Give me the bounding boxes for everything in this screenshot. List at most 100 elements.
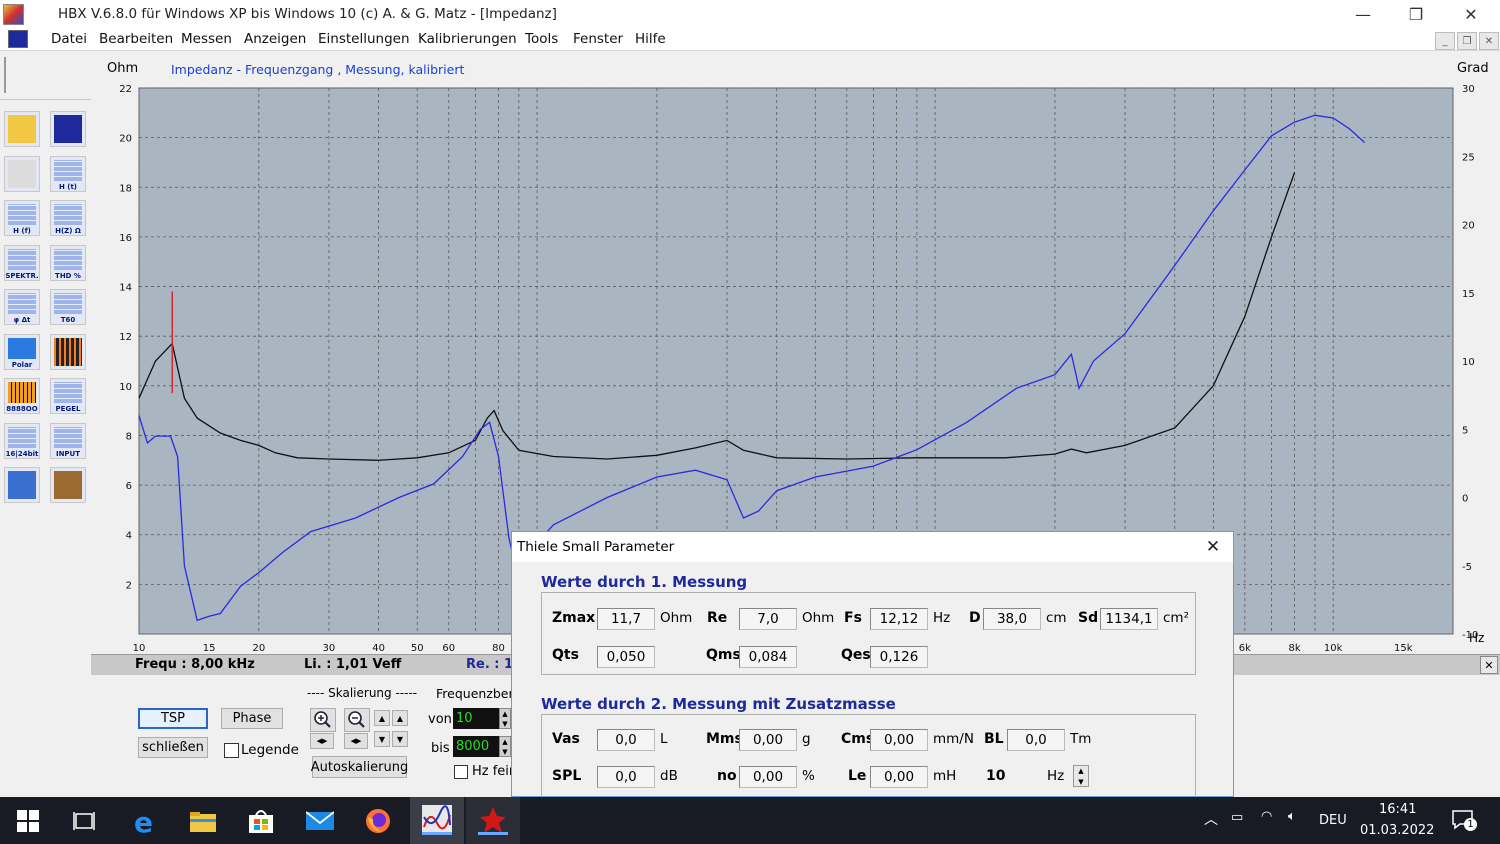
x-axis-label: Hz	[1469, 631, 1485, 645]
le-frequency-spinner[interactable]: ▲ ▼	[1073, 765, 1089, 787]
y2-tick-label: 30	[1462, 84, 1475, 95]
von-input[interactable]: 10	[453, 708, 499, 729]
sd-field: 1134,1	[1100, 608, 1158, 630]
no-field: 0,00	[739, 766, 797, 788]
shift-lr2-button[interactable]: ◀▶	[344, 733, 368, 749]
edge-button[interactable]: e	[129, 805, 161, 837]
close-button[interactable]: ✕	[1448, 0, 1494, 28]
clock-date[interactable]: 01.03.2022	[1360, 823, 1434, 838]
tool-t60-button[interactable]: T60	[50, 289, 86, 325]
mdi-minimize-button[interactable]: _	[1435, 32, 1455, 50]
dialog-title: Thiele Small Parameter	[517, 539, 675, 555]
second-app-taskbar-button[interactable]	[466, 797, 520, 844]
vas-label: Vas	[552, 731, 580, 747]
clock-time[interactable]: 16:41	[1379, 802, 1416, 817]
no-label: no	[717, 768, 737, 784]
edge-icon: e	[134, 807, 153, 835]
tool-microphone-button[interactable]	[4, 467, 40, 503]
zoom-out-button[interactable]	[344, 708, 370, 732]
qts-label: Qts	[552, 647, 579, 663]
tsp-button[interactable]: TSP	[138, 708, 208, 729]
store-button[interactable]	[245, 805, 277, 837]
tool-bargraph-button[interactable]: 8888OO	[4, 378, 40, 414]
close-chart-button[interactable]: schließen	[138, 737, 208, 758]
mdi-close-button[interactable]: ✕	[1479, 32, 1499, 50]
tool-input-button[interactable]: INPUT	[50, 422, 86, 459]
no-unit: %	[802, 768, 815, 784]
restore-button[interactable]: ❐	[1393, 0, 1439, 28]
menu-datei[interactable]: Datei	[51, 31, 87, 47]
mail-icon	[306, 811, 334, 830]
palette-grip[interactable]	[4, 57, 6, 93]
app-icon[interactable]	[3, 4, 24, 25]
tool-h-f-button[interactable]: H (f)	[4, 200, 40, 236]
tool-scope-button[interactable]	[50, 333, 86, 370]
tool-print-button[interactable]	[4, 155, 40, 192]
tool-pegel-button[interactable]: PEGEL	[50, 378, 86, 414]
y-tick-label: 6	[126, 481, 132, 492]
status-close-button[interactable]: ✕	[1480, 656, 1498, 674]
spektr-icon	[8, 248, 36, 270]
dialog-close-button[interactable]: ✕	[1198, 534, 1228, 560]
mdi-restore-button[interactable]: ❐	[1457, 32, 1477, 50]
window-title: HBX V.6.8.0 für Windows XP bis Windows 1…	[58, 6, 557, 22]
menu-hilfe[interactable]: Hilfe	[635, 31, 666, 47]
mail-button[interactable]	[304, 805, 336, 837]
palette-divider	[0, 99, 91, 100]
folder-icon	[190, 812, 216, 832]
tool-phi-dt-button[interactable]: φ Δt	[4, 289, 40, 325]
y-tick-label: 18	[119, 183, 132, 194]
tool-thd-button[interactable]: THD %	[50, 244, 86, 281]
menu-kalibrierungen[interactable]: Kalibrierungen	[418, 31, 517, 47]
menu-einstellungen[interactable]: Einstellungen	[318, 31, 410, 47]
y-tick-label: 4	[126, 531, 132, 542]
hz-fein-checkbox[interactable]	[454, 765, 468, 779]
menu-tools[interactable]: Tools	[525, 31, 558, 47]
firefox-button[interactable]	[362, 805, 394, 837]
re-field: 7,0	[739, 608, 797, 630]
tool-h-t-button[interactable]: H (t)	[50, 155, 86, 192]
menu-messen[interactable]: Messen	[181, 31, 232, 47]
tool-save-button[interactable]	[50, 111, 86, 147]
scale-up2-button[interactable]: ▲	[392, 710, 408, 726]
legende-checkbox[interactable]	[224, 743, 239, 758]
scale-down-button[interactable]: ▼	[374, 731, 390, 747]
language-indicator[interactable]: DEU	[1319, 813, 1347, 828]
bis-input[interactable]: 8000	[453, 736, 499, 757]
phase-button[interactable]: Phase	[221, 708, 283, 729]
bis-spinner[interactable]: ▲ ▼	[499, 736, 511, 757]
battery-icon[interactable]: ▭	[1231, 810, 1243, 825]
tool-exit-button[interactable]	[50, 467, 86, 503]
firefox-icon	[366, 809, 390, 833]
scale-up-button[interactable]: ▲	[374, 710, 390, 726]
task-view-button[interactable]	[68, 805, 100, 837]
zoom-in-button[interactable]	[310, 708, 336, 732]
close-icon: ✕	[1205, 537, 1221, 557]
sd-unit: cm²	[1163, 610, 1189, 626]
spl-field: 0,0	[597, 766, 655, 788]
tool-spektr-button[interactable]: SPEKTR.	[4, 244, 40, 281]
shift-lr-button[interactable]: ◀▶	[310, 733, 334, 749]
tray-chevron-icon[interactable]: ︿	[1204, 809, 1218, 829]
start-button[interactable]	[12, 805, 44, 837]
von-spinner[interactable]: ▲ ▼	[499, 708, 511, 729]
menu-anzeigen[interactable]: Anzeigen	[244, 31, 306, 47]
tool-bit-button[interactable]: 16|24bit	[4, 422, 40, 459]
y2-tick-label: 25	[1462, 152, 1475, 163]
autoskalierung-button[interactable]: Autoskalierung	[311, 756, 408, 778]
vas-unit: L	[660, 731, 668, 747]
wifi-icon[interactable]: ◠	[1261, 809, 1272, 824]
minimize-button[interactable]: —	[1340, 0, 1386, 28]
tool-open-folder-button[interactable]	[4, 111, 40, 147]
mdi-child-icon[interactable]	[8, 30, 28, 48]
le-frequency-value[interactable]: 10	[986, 768, 1005, 784]
scale-down2-button[interactable]: ▼	[392, 731, 408, 747]
hbx-taskbar-button[interactable]	[410, 797, 464, 844]
tool-polar-button[interactable]: Polar	[4, 333, 40, 370]
file-explorer-button[interactable]	[187, 805, 219, 837]
tool-h-z-ohm-button[interactable]: H(Z) Ω	[50, 200, 86, 236]
menu-fenster[interactable]: Fenster	[573, 31, 623, 47]
menu-bearbeiten[interactable]: Bearbeiten	[99, 31, 173, 47]
speaker-icon[interactable]: 🔈︎	[1288, 809, 1296, 824]
notification-center-button[interactable]: 1	[1452, 809, 1477, 831]
